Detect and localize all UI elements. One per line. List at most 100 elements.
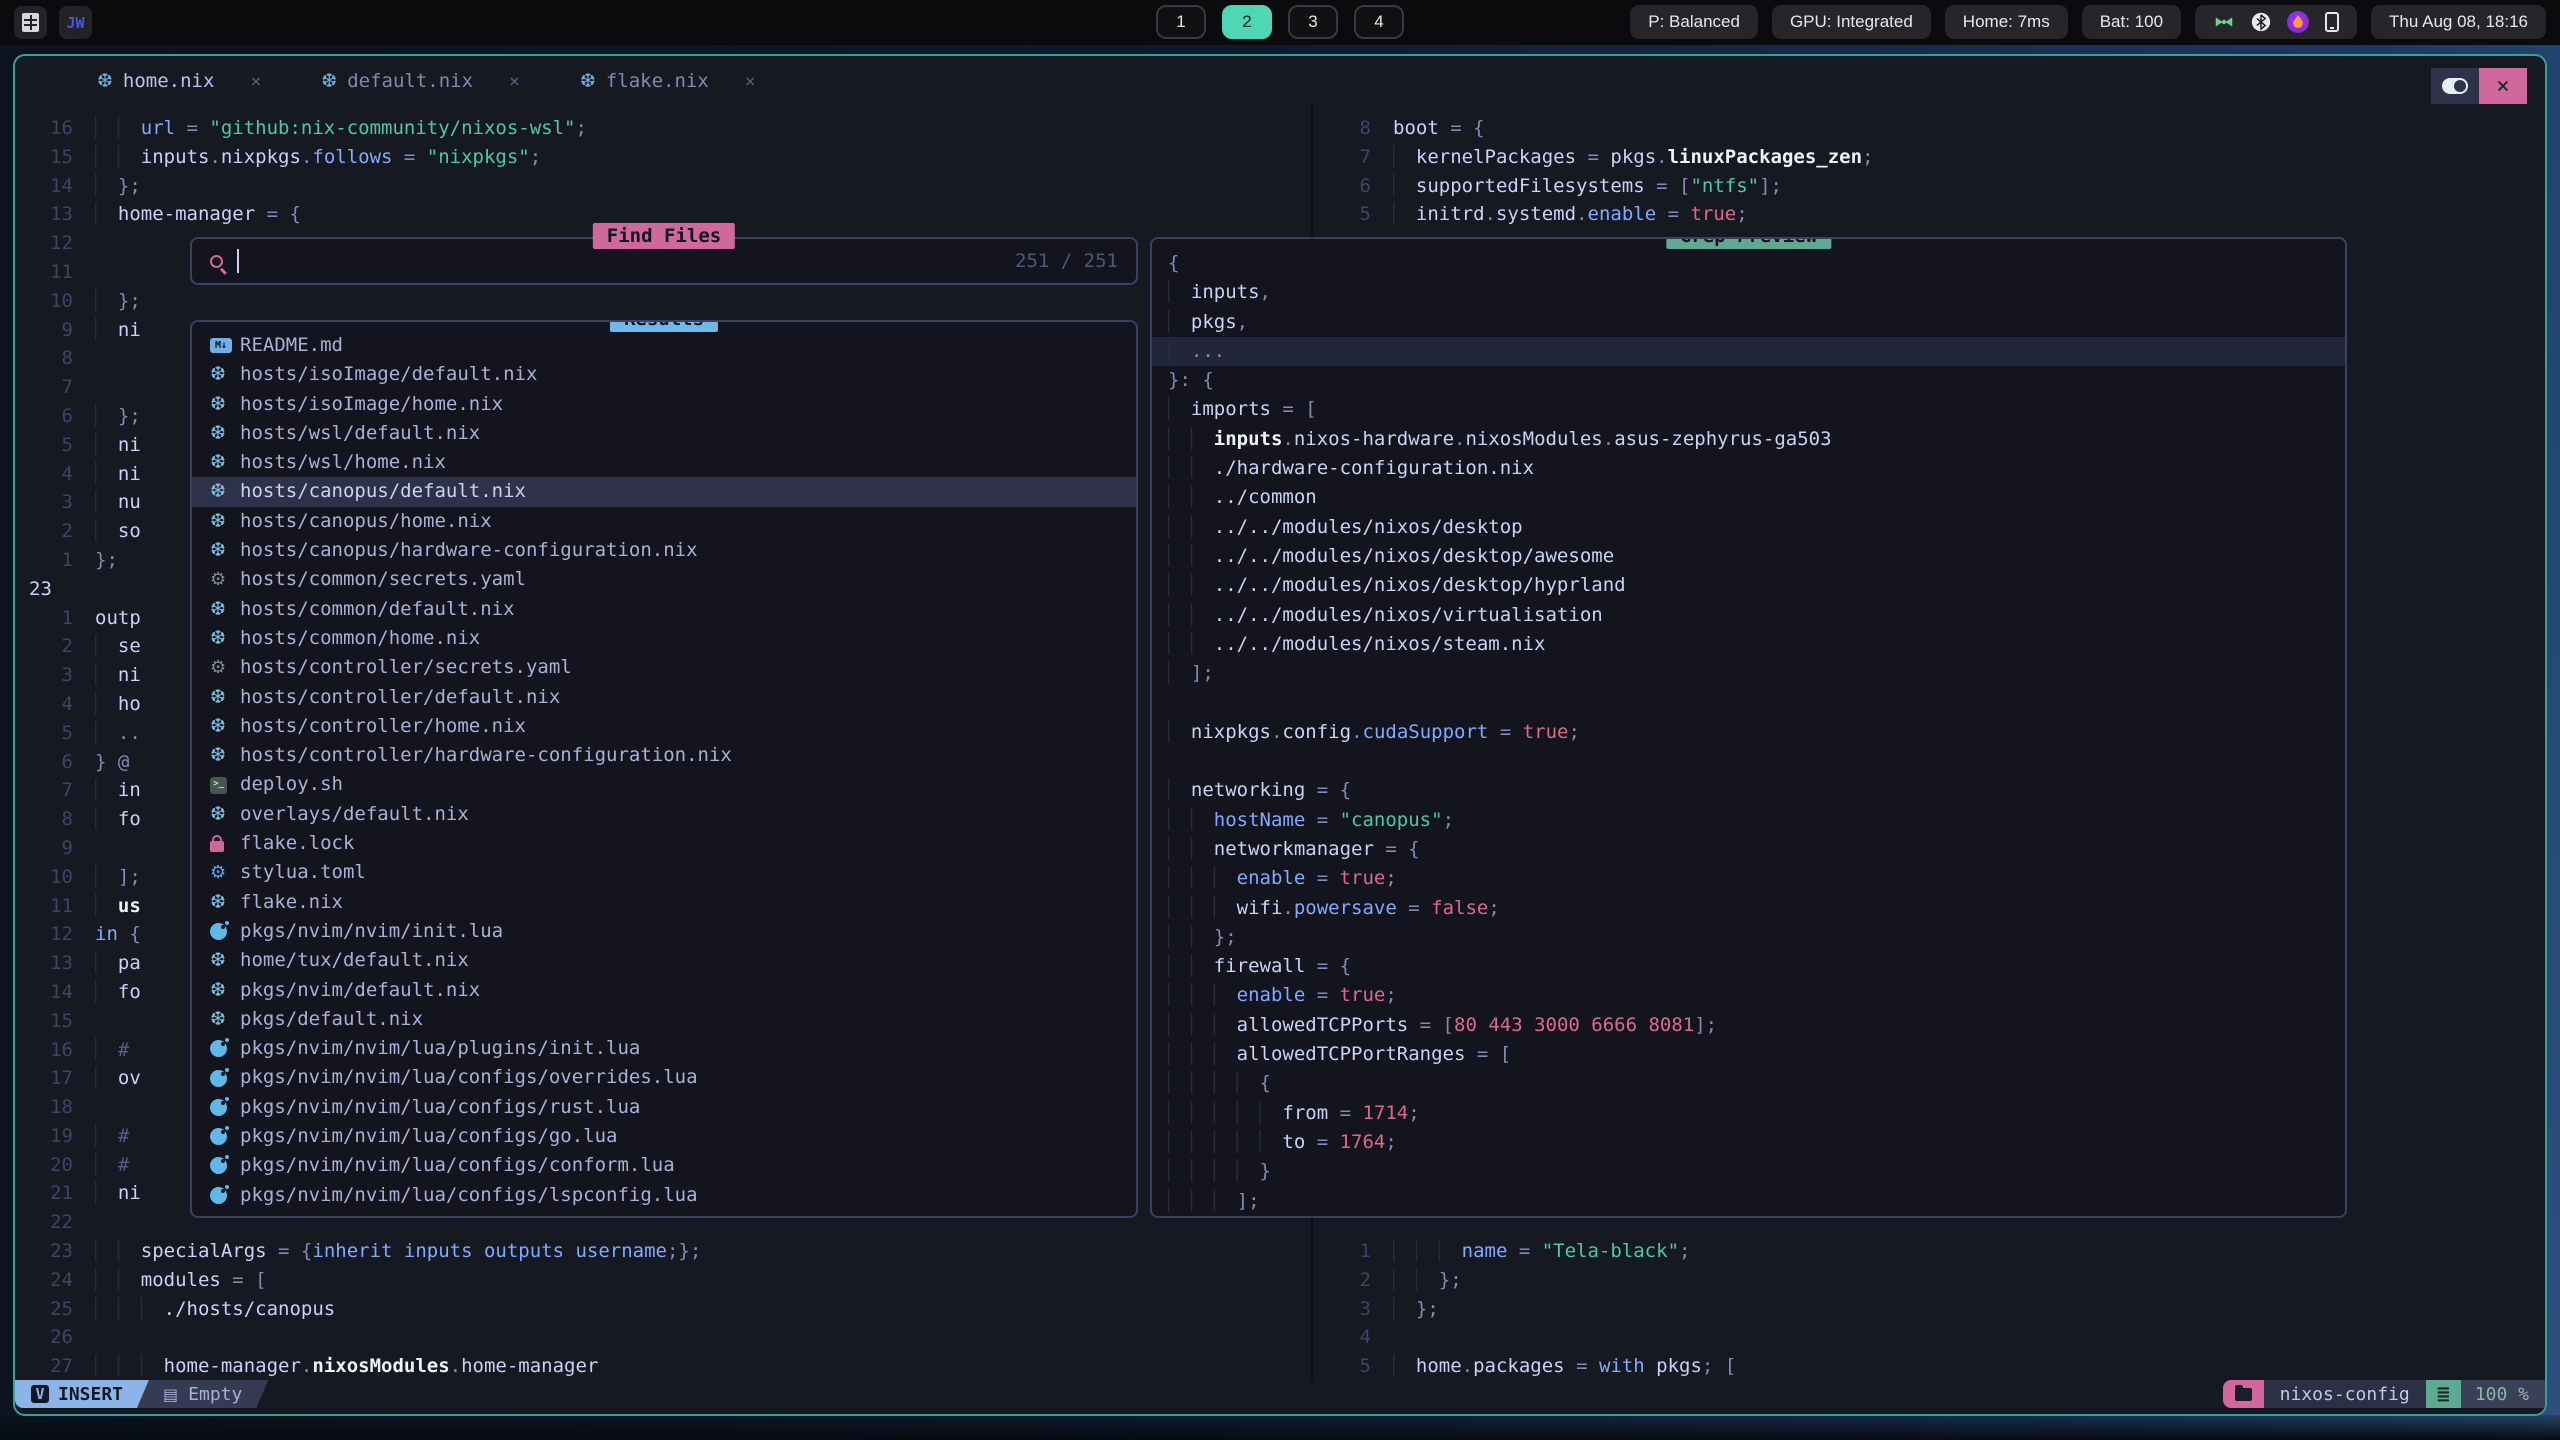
code-token: inputs xyxy=(141,146,210,168)
result-label: pkgs/nvim/nvim/lua/configs/rust.lua xyxy=(240,1093,640,1122)
result-item[interactable]: pkgs/nvim/nvim/init.lua xyxy=(192,917,1136,946)
result-item[interactable]: ❆hosts/controller/home.nix xyxy=(192,712,1136,741)
nix-file-icon: ❆ xyxy=(580,70,596,92)
result-item[interactable]: pkgs/nvim/nvim/lua/configs/overrides.lua xyxy=(192,1063,1136,1092)
result-item[interactable]: ❆hosts/wsl/home.nix xyxy=(192,448,1136,477)
result-label: pkgs/nvim/default.nix xyxy=(240,976,480,1005)
result-item[interactable]: ❆hosts/common/default.nix xyxy=(192,595,1136,624)
code-token: ./hosts/canopus xyxy=(164,1298,336,1320)
result-item[interactable]: ❆hosts/common/home.nix xyxy=(192,624,1136,653)
workspace-button-2[interactable]: 2 xyxy=(1222,5,1272,39)
line-number: 12 xyxy=(15,229,73,258)
code-token: = xyxy=(1656,203,1690,225)
toggle-button[interactable] xyxy=(2431,68,2479,104)
file-icon-wrap: ⚙ xyxy=(210,565,240,594)
preview-line: }: { xyxy=(1168,366,2345,395)
result-item[interactable]: flake.lock xyxy=(192,829,1136,858)
status-pill[interactable]: Home: 7ms xyxy=(1945,5,2068,39)
code-token: } xyxy=(1260,1160,1271,1182)
workspace-button-4[interactable]: 4 xyxy=(1354,5,1404,39)
code-token: specialArgs xyxy=(141,1240,267,1262)
result-item[interactable]: ❆pkgs/default.nix xyxy=(192,1005,1136,1034)
preview-line: ▏ ▏ firewall = { xyxy=(1168,952,2345,981)
find-files-results-popup[interactable]: Results M↓README.md❆hosts/isoImage/defau… xyxy=(190,320,1138,1218)
indent-guide: ▏ xyxy=(1393,1298,1416,1320)
workspace-button-3[interactable]: 3 xyxy=(1288,5,1338,39)
tab-close-icon[interactable]: × xyxy=(509,71,520,92)
result-item[interactable]: pkgs/nvim/nvim/lua/configs/conform.lua xyxy=(192,1151,1136,1180)
code-token: ../../modules/nixos/desktop/awesome xyxy=(1214,545,1614,567)
result-label: hosts/controller/secrets.yaml xyxy=(240,653,572,682)
nix-file-icon: ❆ xyxy=(210,946,226,975)
tab-flake.nix[interactable]: ❆flake.nix× xyxy=(550,56,786,106)
status-pill[interactable]: P: Balanced xyxy=(1630,5,1758,39)
indent-guide: ▏ xyxy=(95,175,118,197)
result-item[interactable]: ❆home/tux/default.nix xyxy=(192,946,1136,975)
result-item[interactable]: ❆hosts/isoImage/home.nix xyxy=(192,390,1136,419)
preview-line xyxy=(1168,688,2345,717)
code-token: = { xyxy=(255,203,301,225)
result-item[interactable]: pkgs/nvim/nvim/lua/configs/go.lua xyxy=(192,1122,1136,1151)
code-token: url xyxy=(141,117,175,139)
code-line: 14▏ }; xyxy=(15,172,1309,201)
file-icon-wrap: ❆ xyxy=(210,624,240,653)
phone-icon[interactable] xyxy=(2325,12,2339,32)
code-token: fo xyxy=(118,808,141,830)
status-pill[interactable]: GPU: Integrated xyxy=(1772,5,1931,39)
result-item[interactable]: pkgs/nvim/nvim/lua/plugins/init.lua xyxy=(192,1034,1136,1063)
result-item[interactable]: ❆overlays/default.nix xyxy=(192,800,1136,829)
bluetooth-icon[interactable] xyxy=(2251,11,2271,33)
workspace-button-1[interactable]: 1 xyxy=(1156,5,1206,39)
file-icon-wrap: ❆ xyxy=(210,419,240,448)
result-item[interactable]: ❆flake.nix xyxy=(192,888,1136,917)
result-item[interactable]: ⚙hosts/controller/secrets.yaml xyxy=(192,653,1136,682)
result-item[interactable]: ❆hosts/canopus/home.nix xyxy=(192,507,1136,536)
result-label: hosts/wsl/home.nix xyxy=(240,448,446,477)
line-number: 5 xyxy=(1313,1352,1371,1380)
tab-default.nix[interactable]: ❆default.nix× xyxy=(291,56,550,106)
code-token: ../common xyxy=(1214,486,1317,508)
result-label: flake.nix xyxy=(240,888,343,917)
line-number: 4 xyxy=(15,460,73,489)
code-token: } @ xyxy=(95,751,129,773)
line-number: 6 xyxy=(1313,172,1371,201)
system-tray[interactable] xyxy=(2195,5,2357,39)
result-item[interactable]: M↓README.md xyxy=(192,331,1136,360)
result-item[interactable]: ❆hosts/controller/default.nix xyxy=(192,683,1136,712)
network-icon[interactable] xyxy=(2213,11,2235,33)
preview-line: ▏ ▏ ▏ enable = true; xyxy=(1168,864,2345,893)
result-item[interactable]: ❆hosts/canopus/hardware-configuration.ni… xyxy=(192,536,1136,565)
window-close-button[interactable]: × xyxy=(2479,68,2527,104)
result-item[interactable]: ⚙hosts/common/secrets.yaml xyxy=(192,565,1136,594)
indent-guide: ▏ ▏ ▏ xyxy=(1168,984,1237,1006)
file-icon: ▤ xyxy=(163,1385,178,1404)
code-line: 8boot = { xyxy=(1313,114,2545,143)
tab-close-icon[interactable]: × xyxy=(250,71,261,92)
apps-button[interactable] xyxy=(14,6,47,39)
status-pill[interactable]: Bat: 100 xyxy=(2082,5,2181,39)
result-item[interactable]: pkgs/nvim/nvim/lua/configs/lspconfig.lua xyxy=(192,1181,1136,1210)
result-item[interactable]: >_deploy.sh xyxy=(192,770,1136,799)
result-label: hosts/canopus/home.nix xyxy=(240,507,492,536)
result-item[interactable]: ❆pkgs/nvim/default.nix xyxy=(192,976,1136,1005)
result-item[interactable]: ⚙stylua.toml xyxy=(192,858,1136,887)
code-token: = { xyxy=(1374,838,1420,860)
result-item[interactable]: ❆hosts/controller/hardware-configuration… xyxy=(192,741,1136,770)
nix-file-icon: ❆ xyxy=(210,712,226,741)
result-item[interactable]: ❆hosts/canopus/default.nix xyxy=(192,477,1136,506)
result-item[interactable]: ❆hosts/isoImage/default.nix xyxy=(192,360,1136,389)
indent-guide: ▏ ▏ xyxy=(1168,604,1214,626)
tab-close-icon[interactable]: × xyxy=(745,71,756,92)
code-token: = { xyxy=(1305,779,1351,801)
code-token: enable xyxy=(1588,203,1657,225)
code-token: }; xyxy=(118,175,141,197)
clock[interactable]: Thu Aug 08, 18:16 xyxy=(2371,5,2546,39)
find-files-input-popup[interactable]: Find Files 251 / 251 xyxy=(190,237,1138,285)
result-item[interactable]: pkgs/nvim/nvim/lua/configs/rust.lua xyxy=(192,1093,1136,1122)
tab-home.nix[interactable]: ❆home.nix× xyxy=(67,56,291,106)
line-number: 6 xyxy=(15,402,73,431)
logo-button[interactable]: JW xyxy=(59,6,92,39)
line-number: 1 xyxy=(15,604,73,633)
result-item[interactable]: ❆hosts/wsl/default.nix xyxy=(192,419,1136,448)
flame-icon[interactable] xyxy=(2287,11,2309,33)
